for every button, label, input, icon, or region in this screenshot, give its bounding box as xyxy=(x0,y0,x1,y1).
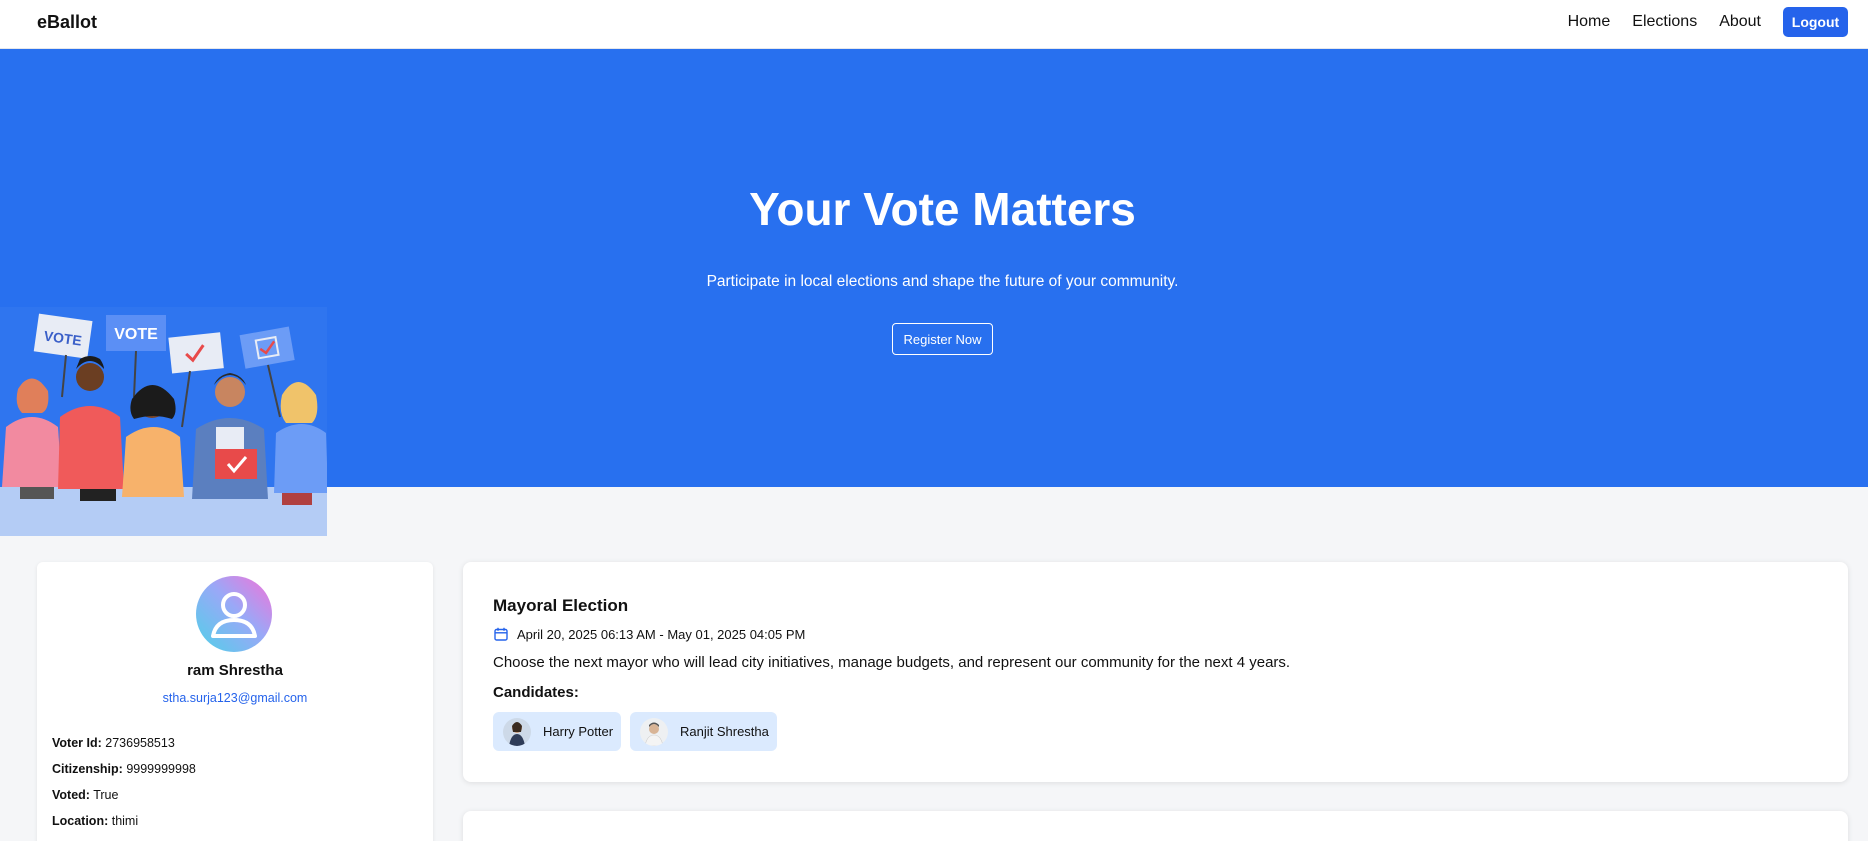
voters-illustration: VOTE VOTE xyxy=(0,307,327,536)
profile-name: ram Shrestha xyxy=(187,662,283,679)
hero-title: Your Vote Matters xyxy=(749,183,1136,235)
citizenship-label: Citizenship: xyxy=(52,762,123,776)
voted-value: True xyxy=(93,788,119,802)
election-dates: April 20, 2025 06:13 AM - May 01, 2025 0… xyxy=(517,627,806,642)
location-row: Location: thimi xyxy=(52,814,138,828)
candidate-chip-harry-potter[interactable]: Harry Potter xyxy=(493,712,622,751)
hero-subtitle: Participate in local elections and shape… xyxy=(706,273,1179,290)
nav-link-elections[interactable]: Elections xyxy=(1632,13,1697,31)
citizenship-row: Citizenship: 9999999998 xyxy=(52,762,196,776)
location-label: Location: xyxy=(52,814,109,828)
voted-label: Voted: xyxy=(52,788,90,802)
nav-links: Home Elections About Logout xyxy=(1546,7,1848,37)
election-card[interactable]: Mayoral Election April 20, 2025 06:13 AM… xyxy=(463,562,1848,782)
candidate-name: Harry Potter xyxy=(543,724,614,739)
candidate-photo xyxy=(640,717,668,746)
calendar-icon xyxy=(494,627,508,641)
voted-row: Voted: True xyxy=(52,788,118,802)
election-description: Choose the next mayor who will lead city… xyxy=(493,654,1291,671)
election-title: Mayoral Election xyxy=(493,596,629,615)
candidate-name: Ranjit Shrestha xyxy=(680,724,769,739)
election-card[interactable] xyxy=(463,811,1848,841)
nav-link-about[interactable]: About xyxy=(1719,13,1761,31)
voter-id-row: Voter Id: 2736958513 xyxy=(52,736,175,750)
candidate-photo xyxy=(503,717,531,746)
candidate-chip-ranjit-shrestha[interactable]: Ranjit Shrestha xyxy=(630,712,777,751)
brand-logo[interactable]: eBallot xyxy=(37,12,97,33)
register-now-button[interactable]: Register Now xyxy=(892,323,993,355)
logout-button[interactable]: Logout xyxy=(1783,7,1848,37)
nav-link-home[interactable]: Home xyxy=(1568,13,1611,31)
candidates-label: Candidates: xyxy=(493,684,579,701)
voter-id-value: 2736958513 xyxy=(105,736,175,750)
hero-section: Your Vote Matters Participate in local e… xyxy=(0,49,1868,536)
navbar: eBallot Home Elections About Logout xyxy=(0,0,1868,49)
voter-id-label: Voter Id: xyxy=(52,736,102,750)
voter-profile-card: ram Shrestha stha.surja123@gmail.com Vot… xyxy=(37,562,433,841)
sign-text-2: VOTE xyxy=(114,326,158,343)
user-avatar-icon xyxy=(196,576,272,652)
location-value: thimi xyxy=(111,814,139,828)
profile-email[interactable]: stha.surja123@gmail.com xyxy=(37,691,433,705)
citizenship-value: 9999999998 xyxy=(126,762,196,776)
